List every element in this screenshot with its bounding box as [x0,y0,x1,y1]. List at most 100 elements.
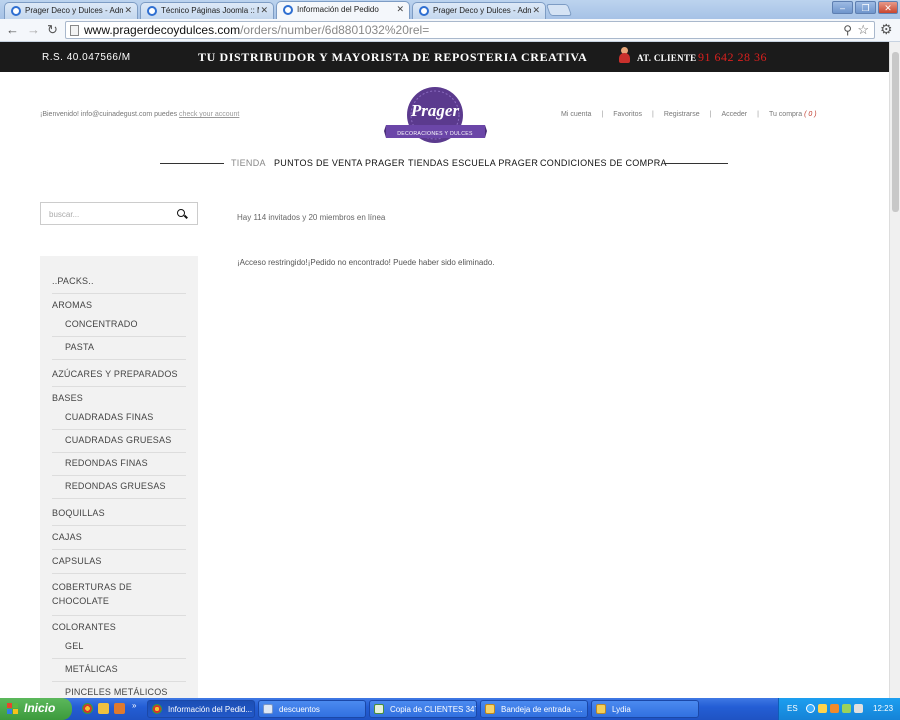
taskbar-item-label: Información del Pedid... [168,705,253,714]
clock[interactable]: 12:23 [873,704,893,713]
bookmark-star-icon[interactable]: ☆ [857,22,869,38]
site-tagline: TU DISTRIBUIDOR Y MAYORISTA DE REPOSTERI… [198,50,588,64]
taskbar-item[interactable]: descuentos [258,700,366,718]
check-account-link[interactable]: check your account [179,111,239,118]
wrench-menu-icon[interactable]: ⚙ [880,21,893,38]
language-indicator[interactable]: ES [787,704,798,713]
welcome-message: ¡Bienvenido! info@cuinadegust.com puedes… [40,111,239,118]
category-item[interactable]: AROMAS [52,294,186,314]
subcategory-item[interactable]: METÁLICAS [52,659,186,682]
folder-quicklaunch-icon[interactable] [98,703,109,714]
maximize-button[interactable]: ❐ [855,1,876,14]
start-label: Inicio [24,701,56,715]
address-bar[interactable]: www.pragerdecoydulces.com/orders/number/… [65,21,875,39]
cart-link[interactable]: Tu compra [769,111,802,118]
taskbar-item-label: descuentos [279,705,320,714]
register-link[interactable]: Registrarse [664,111,700,118]
minimize-button[interactable]: – [832,1,853,14]
spreadsheet-icon [374,704,384,714]
start-button[interactable]: Inicio [0,698,72,720]
app-tray-icon[interactable] [830,704,839,713]
tab-label: Prager Deco y Dulces - Admi [433,6,531,15]
customer-service-icon [619,47,630,64]
close-window-button[interactable]: ✕ [878,1,898,14]
nav-divider-right [664,163,728,164]
subcategory-item[interactable]: CUADRADAS FINAS [52,407,186,430]
scrollbar-thumb[interactable] [892,52,899,212]
back-arrow-icon[interactable]: ← [6,22,19,38]
category-sidebar: ..PACKS.. AROMAS CONCENTRADO PASTA AZÚCA… [40,256,198,698]
tab-favicon-icon [147,6,157,16]
nav-item-puntos-de-venta[interactable]: PUNTOS DE VENTA PRAGER [274,158,405,168]
tab-close-icon[interactable]: ✕ [124,5,132,16]
new-tab-button[interactable] [545,4,573,16]
search-icon[interactable] [177,209,185,217]
browser-toolbar: ← → ↻ www.pragerdecoydulces.com/orders/n… [0,19,900,42]
category-item[interactable]: BOQUILLAS [52,499,186,526]
taskbar-item[interactable]: Bandeja de entrada -... [480,700,588,718]
taskbar-item[interactable]: Lydia [591,700,699,718]
browser-tab[interactable]: Prager Deco y Dulces - Admi ✕ [412,2,546,19]
nav-item-tiendas-escuela[interactable]: TIENDAS ESCUELA PRAGER [408,158,538,168]
subcategory-item[interactable]: CUADRADAS GRUESAS [52,430,186,453]
category-item[interactable]: AZÚCARES Y PREPARADOS [52,360,186,387]
search-input[interactable] [49,207,169,221]
category-item[interactable]: COBERTURAS DE CHOCOLATE [52,574,186,616]
taskbar-item[interactable]: Copia de CLIENTES 347 [369,700,477,718]
tab-label: Información del Pedido [297,5,379,14]
chrome-icon [152,704,162,714]
subcategory-item[interactable]: PASTA [52,337,186,360]
vertical-scrollbar[interactable] [889,42,900,698]
page-viewport: R.S. 40.047566/M TU DISTRIBUIDOR Y MAYOR… [0,42,889,698]
subcategory-item[interactable]: REDONDAS GRUESAS [52,476,186,499]
registro-sanitario: R.S. 40.047566/M [42,52,131,63]
browser-tab-bar: Prager Deco y Dulces - Admi ✕ Técnico Pá… [0,0,900,19]
network-tray-icon[interactable] [818,704,827,713]
logo-name: Prager [410,101,460,120]
browser-tab[interactable]: Técnico Páginas Joomla :: Mi ✕ [140,2,274,19]
tab-close-icon[interactable]: ✕ [260,5,268,16]
subcategory-item[interactable]: REDONDAS FINAS [52,453,186,476]
more-quicklaunch-icon[interactable]: » [132,701,136,712]
favorites-link[interactable]: Favoritos [613,111,642,118]
reload-icon[interactable]: ↻ [47,22,58,38]
category-item[interactable]: ..PACKS.. [52,270,186,294]
menu-separator: | [651,111,654,118]
browser-tab[interactable]: Prager Deco y Dulces - Admi ✕ [4,2,138,19]
category-item[interactable]: CAPSULAS [52,550,186,574]
subcategory-item[interactable]: GEL [52,636,186,659]
category-item[interactable]: COLORANTES [52,616,186,636]
folder-icon [596,704,606,714]
online-users-text: Hay 114 invitados y 20 miembros en línea [237,213,386,222]
user-menu: Mi cuenta | Favoritos | Registrarse | Acceder |… [561,111,817,118]
cart-count: ( 0 ) [804,111,817,118]
subcategory-item[interactable]: CONCENTRADO [52,314,186,337]
my-account-link[interactable]: Mi cuenta [561,111,591,118]
page-icon [70,25,79,36]
security-tray-icon[interactable] [842,704,851,713]
forward-arrow-icon[interactable]: → [27,22,40,38]
nav-item-tienda[interactable]: TIENDA [231,158,266,168]
login-link[interactable]: Acceder [721,111,747,118]
category-item[interactable]: CAJAS [52,526,186,550]
search-icon[interactable]: ⚲ [843,23,852,37]
browser-tab-active[interactable]: Información del Pedido ✕ [276,1,410,19]
app-quicklaunch-icon[interactable] [114,703,125,714]
tab-close-icon[interactable]: ✕ [532,5,540,16]
tab-close-icon[interactable]: ✕ [396,4,404,15]
help-tray-icon[interactable] [806,704,815,713]
chrome-quicklaunch-icon[interactable] [82,703,93,714]
phone-number[interactable]: 91 642 28 36 [698,50,767,65]
taskbar-item[interactable]: Información del Pedid... [147,700,255,718]
search-box [40,202,198,225]
volume-tray-icon[interactable] [854,704,863,713]
menu-separator: | [709,111,712,118]
prager-logo[interactable]: Prager DECORACIONES Y DULCES [384,86,487,146]
site-top-bar: R.S. 40.047566/M TU DISTRIBUIDOR Y MAYOR… [0,42,889,72]
category-item[interactable]: BASES [52,387,186,407]
nav-item-condiciones[interactable]: CONDICIONES DE COMPRA [540,158,667,168]
subcategory-item[interactable]: PINCELES METÁLICOS [52,682,186,698]
logo-subtitle: DECORACIONES Y DULCES [397,131,473,137]
welcome-text: ¡Bienvenido! info@cuinadegust.com puedes [40,111,178,118]
customer-service-label: AT. CLIENTE [637,53,697,63]
